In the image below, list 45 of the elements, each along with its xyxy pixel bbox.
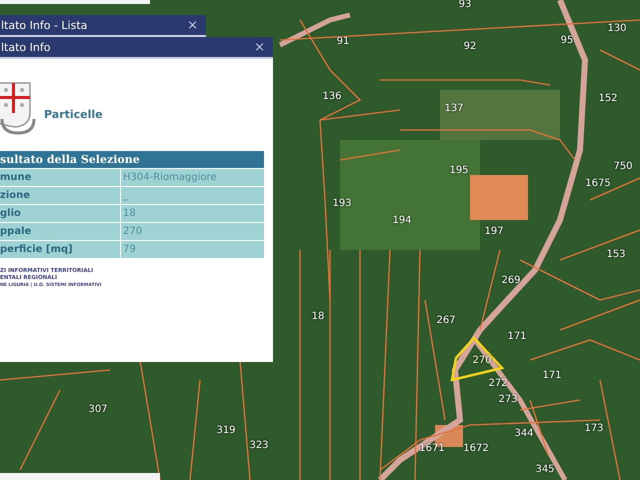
parcel-number: 344 [514, 429, 534, 439]
parcel-number: 273 [498, 395, 518, 405]
table-header: sultato della Selezione [0, 151, 264, 168]
table-cell: glio [0, 205, 120, 222]
table-cell: 79 [121, 241, 264, 258]
table-cell: perficie [mq] [0, 241, 120, 258]
parcel-number: 153 [606, 250, 626, 260]
layer-name: Particelle [44, 106, 103, 120]
parcel-number: 345 [535, 465, 555, 475]
parcel-number: 197 [484, 227, 504, 237]
parcel-number: 137 [444, 104, 464, 114]
table-cell: zione [0, 187, 120, 204]
parcel-number: 152 [598, 94, 618, 104]
parcel-number: 269 [501, 276, 521, 286]
table-cell: ppale [0, 223, 120, 240]
close-button[interactable]: × [246, 40, 273, 54]
close-button[interactable]: × [179, 18, 206, 32]
window-title: ltato Info [0, 40, 50, 54]
parcel-number: 272 [488, 379, 508, 389]
parcel-number: 91 [336, 37, 350, 47]
table-cell: mune [0, 169, 120, 186]
parcel-number: 193 [332, 199, 352, 209]
parcel-number: 1672 [463, 444, 489, 454]
parcel-number: 173 [584, 424, 604, 434]
window-title: ltato Info - Lista [0, 18, 88, 32]
parcel-number: 307 [88, 405, 108, 415]
parcel-number: 136 [322, 92, 342, 102]
parcel-number: 130 [607, 24, 627, 34]
parcel-number: 18 [312, 312, 324, 322]
parcel-number: 171 [542, 371, 562, 381]
parcel-number: 92 [464, 42, 476, 52]
parcel-number: 195 [449, 166, 469, 176]
parcel-number: 750 [613, 162, 633, 172]
parcel-number: 1671 [419, 444, 445, 454]
parcel-number: 95 [560, 36, 574, 46]
table-cell: 270 [121, 223, 264, 240]
parcel-number: 171 [507, 332, 527, 342]
parcel-number: 1675 [585, 179, 611, 189]
table-cell: H304-Riomaggiore [121, 169, 264, 186]
parcel-number: 267 [436, 316, 456, 326]
parcel-number: 194 [392, 216, 412, 226]
table-cell: _ [121, 187, 264, 204]
table-cell: 18 [121, 205, 264, 222]
parcel-number: 319 [216, 426, 236, 436]
parcel-number: 323 [249, 441, 269, 451]
